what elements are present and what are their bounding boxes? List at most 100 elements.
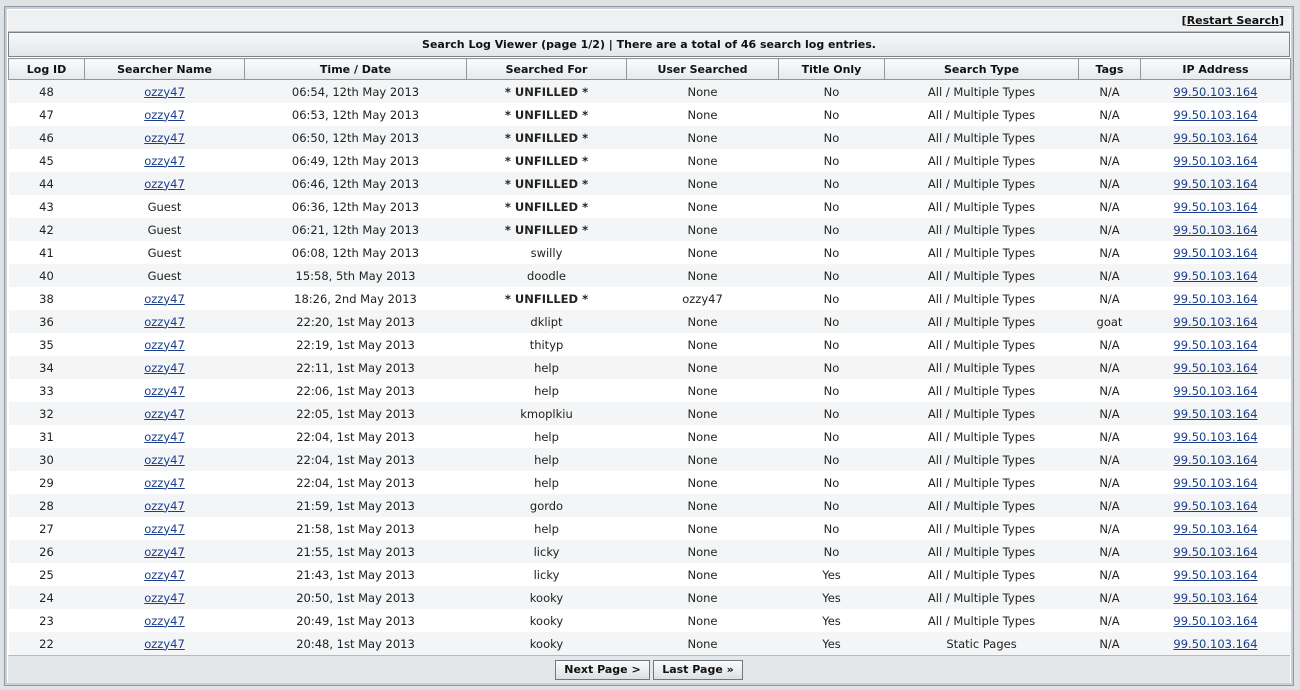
searcher-name-cell: ozzy47	[84, 402, 245, 425]
search-type-cell: All / Multiple Types	[884, 540, 1079, 563]
ip-address-link[interactable]: 99.50.103.164	[1173, 430, 1257, 444]
searched-for: kooky	[529, 636, 564, 651]
tags-cell: N/A	[1078, 425, 1141, 448]
ip-address-link[interactable]: 99.50.103.164	[1173, 338, 1257, 352]
ip-address-link[interactable]: 99.50.103.164	[1173, 108, 1257, 122]
user-searched: None	[687, 107, 718, 122]
user-searched-cell: None	[626, 310, 779, 333]
searcher-name-link[interactable]: ozzy47	[144, 407, 185, 421]
search-type: All / Multiple Types	[927, 107, 1036, 122]
ip-address-cell: 99.50.103.164	[1140, 195, 1291, 218]
col-time-date[interactable]: Time / Date	[244, 58, 467, 80]
searcher-name-cell: ozzy47	[84, 425, 245, 448]
search-type: All / Multiple Types	[927, 567, 1036, 582]
searcher-name-link[interactable]: ozzy47	[144, 154, 185, 168]
ip-address-link[interactable]: 99.50.103.164	[1173, 499, 1257, 513]
ip-address-link[interactable]: 99.50.103.164	[1173, 223, 1257, 237]
search-type: All / Multiple Types	[927, 406, 1036, 421]
col-log-id[interactable]: Log ID	[8, 58, 85, 80]
title-only-cell: No	[778, 448, 885, 471]
ip-address-link[interactable]: 99.50.103.164	[1173, 545, 1257, 559]
searcher-name-link[interactable]: ozzy47	[144, 338, 185, 352]
searcher-name-cell: ozzy47	[84, 494, 245, 517]
col-ip-address[interactable]: IP Address	[1140, 58, 1291, 80]
searcher-name-link[interactable]: ozzy47	[144, 85, 185, 99]
log-id: 31	[39, 429, 54, 444]
user-searched: None	[687, 153, 718, 168]
searcher-name-link[interactable]: ozzy47	[144, 568, 185, 582]
ip-address-link[interactable]: 99.50.103.164	[1173, 384, 1257, 398]
title-only: No	[823, 452, 840, 467]
title-only: Yes	[822, 567, 841, 582]
ip-address-link[interactable]: 99.50.103.164	[1173, 85, 1257, 99]
searcher-name-link[interactable]: ozzy47	[144, 476, 185, 490]
searcher-name-link[interactable]: ozzy47	[144, 108, 185, 122]
ip-address-link[interactable]: 99.50.103.164	[1173, 637, 1257, 651]
ip-address-link[interactable]: 99.50.103.164	[1173, 361, 1257, 375]
col-user-searched[interactable]: User Searched	[626, 58, 779, 80]
log-id: 45	[39, 153, 54, 168]
ip-address-link[interactable]: 99.50.103.164	[1173, 200, 1257, 214]
ip-address-link[interactable]: 99.50.103.164	[1173, 407, 1257, 421]
searcher-name-link[interactable]: ozzy47	[144, 315, 185, 329]
searcher-name-link[interactable]: ozzy47	[144, 177, 185, 191]
ip-address-link[interactable]: 99.50.103.164	[1173, 476, 1257, 490]
table-row: 25 ozzy47 21:43, 1st May 2013 licky None Yes A…	[8, 563, 1291, 586]
time-date: 06:49, 12th May 2013	[291, 153, 420, 168]
title-only-cell: Yes	[778, 586, 885, 609]
searcher-name-link[interactable]: ozzy47	[144, 522, 185, 536]
searched-for: help	[534, 383, 559, 398]
searcher-name-link[interactable]: ozzy47	[144, 361, 185, 375]
ip-address-link[interactable]: 99.50.103.164	[1173, 568, 1257, 582]
searcher-name-link[interactable]: ozzy47	[144, 384, 185, 398]
ip-address-link[interactable]: 99.50.103.164	[1173, 131, 1257, 145]
title-only: Yes	[822, 590, 841, 605]
ip-address-cell: 99.50.103.164	[1140, 425, 1291, 448]
ip-address-link[interactable]: 99.50.103.164	[1173, 315, 1257, 329]
searcher-name-cell: ozzy47	[84, 126, 245, 149]
title-only: No	[823, 107, 840, 122]
search-type-cell: Static Pages	[884, 632, 1079, 655]
restart-search-link[interactable]: Restart Search	[1187, 14, 1279, 27]
ip-address-cell: 99.50.103.164	[1140, 471, 1291, 494]
user-searched-cell: None	[626, 333, 779, 356]
ip-address-link[interactable]: 99.50.103.164	[1173, 292, 1257, 306]
col-search-type[interactable]: Search Type	[884, 58, 1079, 80]
ip-address-link[interactable]: 99.50.103.164	[1173, 591, 1257, 605]
ip-address-link[interactable]: 99.50.103.164	[1173, 154, 1257, 168]
time-date-cell: 22:04, 1st May 2013	[244, 471, 467, 494]
col-searched-for[interactable]: Searched For	[466, 58, 627, 80]
col-searcher-name[interactable]: Searcher Name	[84, 58, 245, 80]
searcher-name-link[interactable]: ozzy47	[144, 131, 185, 145]
searcher-name-link[interactable]: ozzy47	[144, 499, 185, 513]
last-page-button[interactable]: Last Page »	[653, 660, 743, 680]
time-date: 22:20, 1st May 2013	[296, 314, 415, 329]
user-searched-cell: None	[626, 103, 779, 126]
searcher-name-link[interactable]: ozzy47	[144, 430, 185, 444]
searched-for: * UNFILLED *	[504, 130, 589, 145]
searcher-name-link[interactable]: ozzy47	[144, 292, 185, 306]
ip-address-link[interactable]: 99.50.103.164	[1173, 177, 1257, 191]
ip-address-cell: 99.50.103.164	[1140, 448, 1291, 471]
searched-for: dklipt	[530, 314, 563, 329]
searcher-name-link[interactable]: ozzy47	[144, 614, 185, 628]
ip-address-link[interactable]: 99.50.103.164	[1173, 522, 1257, 536]
ip-address-link[interactable]: 99.50.103.164	[1173, 614, 1257, 628]
ip-address-link[interactable]: 99.50.103.164	[1173, 269, 1257, 283]
searcher-name-link[interactable]: ozzy47	[144, 545, 185, 559]
col-tags[interactable]: Tags	[1078, 58, 1141, 80]
searched-for-cell: * UNFILLED *	[466, 218, 627, 241]
searched-for-cell: * UNFILLED *	[466, 287, 627, 310]
time-date: 22:05, 1st May 2013	[296, 406, 415, 421]
searcher-name-link[interactable]: ozzy47	[144, 591, 185, 605]
col-title-only[interactable]: Title Only	[778, 58, 885, 80]
tags: N/A	[1099, 176, 1120, 191]
searcher-name-link[interactable]: ozzy47	[144, 637, 185, 651]
ip-address-link[interactable]: 99.50.103.164	[1173, 453, 1257, 467]
next-page-button[interactable]: Next Page >	[555, 660, 650, 680]
ip-address-link[interactable]: 99.50.103.164	[1173, 246, 1257, 260]
searcher-name-link[interactable]: ozzy47	[144, 453, 185, 467]
searched-for: kmoplkiu	[520, 406, 573, 421]
table-row: 38 ozzy47 18:26, 2nd May 2013 * UNFILLED * o…	[8, 287, 1291, 310]
title-only-cell: No	[778, 287, 885, 310]
